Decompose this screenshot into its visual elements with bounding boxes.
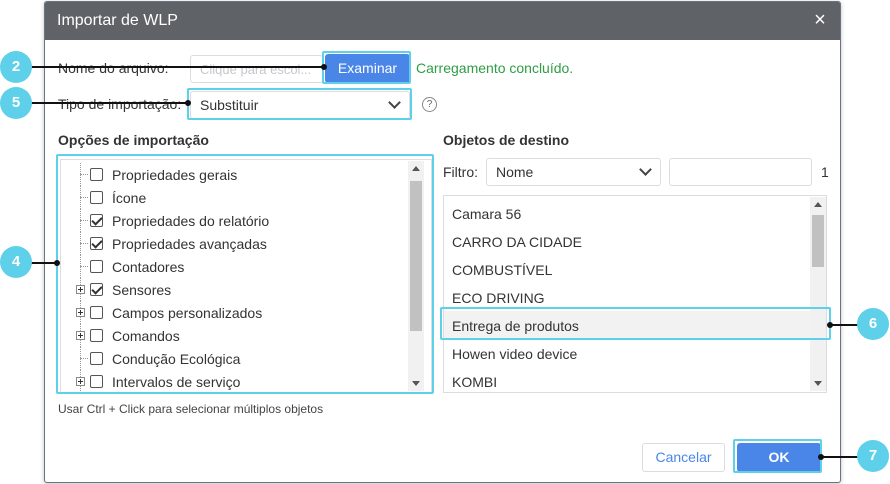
tree-item[interactable]: Campos personalizados: [61, 301, 411, 324]
target-list-item[interactable]: Camara 56: [444, 199, 811, 227]
target-list-item[interactable]: Howen video device: [444, 339, 811, 367]
tree-item[interactable]: Ícone: [61, 186, 411, 209]
tree-connector: [80, 358, 88, 359]
option-checkbox[interactable]: [90, 375, 103, 388]
option-checkbox[interactable]: [90, 306, 103, 319]
object-count: 1: [821, 164, 829, 180]
option-checkbox[interactable]: [90, 352, 103, 365]
option-label: Sensores: [112, 282, 172, 298]
tree-item[interactable]: Condução Ecológica: [61, 347, 411, 370]
help-icon[interactable]: ?: [422, 97, 437, 112]
scroll-down-icon[interactable]: [412, 381, 420, 386]
targets-scrollbar[interactable]: [810, 197, 826, 391]
tree-item[interactable]: Propriedades do relatório: [61, 209, 411, 232]
callout-7: 7: [857, 440, 889, 472]
leader-dot-6: [827, 322, 833, 328]
import-type-label: Tipo de importação:: [58, 96, 182, 112]
option-label: Ícone: [112, 190, 147, 206]
tree-connector: [80, 243, 88, 244]
targets-scroll-thumb[interactable]: [812, 215, 824, 267]
dialog-titlebar: Importar de WLP ×: [45, 2, 840, 40]
option-label: Condução Ecológica: [112, 351, 241, 367]
import-options-tree: Propriedades gerais Ícone Propriedades do …: [60, 159, 432, 393]
leader-line-5: [30, 102, 188, 104]
option-checkbox[interactable]: [90, 191, 103, 204]
filter-select[interactable]: Nome: [486, 158, 661, 186]
tree-item[interactable]: Comandos: [61, 324, 411, 347]
target-objects-list: Camara 56 CARRO DA CIDADE COMBUSTÍVEL ECO D…: [443, 195, 827, 393]
chevron-down-icon: [639, 163, 652, 176]
ok-button[interactable]: OK: [737, 443, 821, 472]
tree-connector: [80, 174, 88, 175]
leader-dot-2: [321, 64, 327, 70]
target-list-item[interactable]: COMBUSTÍVEL: [444, 255, 811, 283]
expand-icon[interactable]: [76, 377, 85, 386]
option-label: Campos personalizados: [112, 305, 263, 321]
scroll-down-icon[interactable]: [814, 381, 822, 386]
multi-select-hint: Usar Ctrl + Click para selecionar múltip…: [58, 402, 324, 416]
leader-dot-7: [818, 454, 824, 460]
tree-connector: [80, 266, 88, 267]
import-wlp-dialog: Importar de WLP × Nome do arquivo: Cliqu…: [44, 1, 841, 483]
close-icon[interactable]: ×: [812, 10, 828, 30]
tree-connector: [80, 197, 88, 198]
option-checkbox[interactable]: [90, 168, 103, 181]
leader-dot-4: [54, 260, 60, 266]
target-list-item[interactable]: Entrega de produtos: [444, 311, 811, 339]
tree-item[interactable]: Propriedades gerais: [61, 163, 411, 186]
target-list-item[interactable]: CARRO DA CIDADE: [444, 227, 811, 255]
dialog-title: Importar de WLP: [57, 12, 178, 29]
expand-icon[interactable]: [76, 285, 85, 294]
callout-5: 5: [0, 87, 32, 119]
option-label: Propriedades avançadas: [112, 236, 267, 252]
option-checkbox[interactable]: [90, 329, 103, 342]
tree-item[interactable]: Contadores: [61, 255, 411, 278]
leader-dot-5: [185, 100, 191, 106]
options-scroll-thumb[interactable]: [410, 181, 422, 331]
import-type-select[interactable]: Substituir: [190, 91, 410, 119]
option-label: Contadores: [112, 259, 185, 275]
option-label: Propriedades gerais: [112, 167, 238, 183]
option-checkbox[interactable]: [90, 260, 103, 273]
file-name-label: Nome do arquivo:: [58, 60, 169, 76]
target-list-item[interactable]: ECO DRIVING: [444, 283, 811, 311]
chevron-down-icon: [388, 96, 401, 109]
target-objects-heading: Objetos de destino: [443, 132, 570, 148]
cancel-button[interactable]: Cancelar: [642, 443, 725, 472]
option-checkbox[interactable]: [90, 214, 103, 227]
tree-item[interactable]: Intervalos de serviço: [61, 370, 411, 392]
option-checkbox[interactable]: [90, 237, 103, 250]
tree-item[interactable]: Sensores: [61, 278, 411, 301]
option-checkbox[interactable]: [90, 283, 103, 296]
option-label: Propriedades do relatório: [112, 213, 270, 229]
file-name-input[interactable]: Clique para escol...: [190, 55, 323, 83]
upload-status: Carregamento concluído.: [416, 60, 574, 76]
filter-text-input[interactable]: [669, 158, 812, 186]
filter-label: Filtro:: [443, 164, 478, 180]
scroll-up-icon[interactable]: [814, 202, 822, 207]
leader-line-6: [830, 324, 860, 326]
leader-line-7: [821, 456, 861, 458]
browse-button[interactable]: Examinar: [325, 54, 410, 83]
tree-connector: [80, 220, 88, 221]
leader-line-2: [30, 66, 324, 68]
import-options-heading: Opções de importação: [58, 132, 209, 148]
callout-6: 6: [857, 308, 889, 340]
filter-value: Nome: [496, 164, 534, 180]
scroll-up-icon[interactable]: [412, 166, 420, 171]
expand-icon[interactable]: [76, 331, 85, 340]
target-list-item[interactable]: KOMBI: [444, 367, 811, 392]
option-label: Intervalos de serviço: [112, 374, 241, 390]
callout-4: 4: [0, 246, 32, 278]
option-label: Comandos: [112, 328, 180, 344]
import-type-value: Substituir: [200, 97, 259, 113]
tree-item[interactable]: Propriedades avançadas: [61, 232, 411, 255]
callout-2: 2: [0, 51, 32, 83]
leader-line-4: [30, 262, 57, 264]
expand-icon[interactable]: [76, 308, 85, 317]
